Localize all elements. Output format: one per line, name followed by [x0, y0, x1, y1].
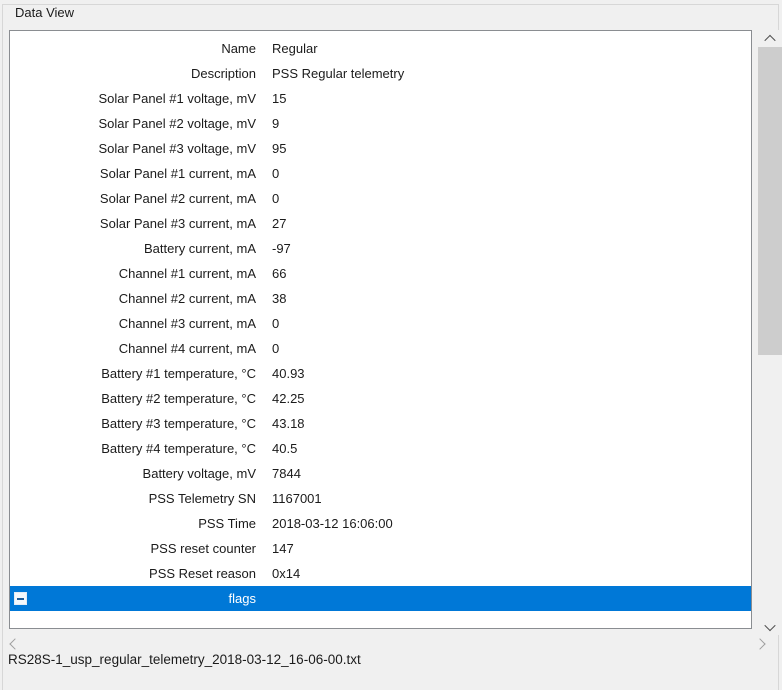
row-label: PSS Telemetry SN [10, 491, 256, 506]
chevron-right-icon [754, 638, 765, 649]
row-label: Channel #3 current, mA [10, 316, 256, 331]
row-value: 2018-03-12 16:06:00 [272, 516, 393, 531]
row-value: 7844 [272, 466, 301, 481]
row-label: Solar Panel #2 voltage, mV [10, 116, 256, 131]
vertical-scrollbar-thumb[interactable] [758, 47, 782, 355]
row-value: 38 [272, 291, 286, 306]
loaded-file-name: RS28S-1_usp_regular_telemetry_2018-03-12… [8, 652, 361, 667]
row-value: 0 [272, 166, 279, 181]
table-row[interactable]: Solar Panel #3 voltage, mV 95 [10, 136, 751, 161]
row-value: 95 [272, 141, 286, 156]
minus-glyph [17, 598, 24, 600]
flags-group-label: flags [10, 591, 256, 606]
row-label: PSS reset counter [10, 541, 256, 556]
table-row[interactable]: Channel #4 current, mA 0 [10, 336, 751, 361]
table-row[interactable]: PSS Telemetry SN 1167001 [10, 486, 751, 511]
row-value: 40.5 [272, 441, 297, 456]
table-row[interactable]: Channel #2 current, mA 38 [10, 286, 751, 311]
row-label: Battery #4 temperature, °C [10, 441, 256, 456]
collapse-icon[interactable] [14, 592, 27, 605]
table-row[interactable]: PSS reset counter 147 [10, 536, 751, 561]
row-value: 0 [272, 191, 279, 206]
row-value: 1167001 [272, 491, 322, 506]
row-label: Battery current, mA [10, 241, 256, 256]
row-label: Channel #1 current, mA [10, 266, 256, 281]
row-value: 147 [272, 541, 294, 556]
row-value: 42.25 [272, 391, 305, 406]
row-value: 9 [272, 116, 279, 131]
row-label: Solar Panel #3 current, mA [10, 216, 256, 231]
table-row[interactable]: Solar Panel #1 current, mA 0 [10, 161, 751, 186]
row-label: Solar Panel #1 current, mA [10, 166, 256, 181]
row-value: 15 [272, 91, 286, 106]
row-label: Channel #4 current, mA [10, 341, 256, 356]
vertical-scrollbar[interactable] [758, 30, 782, 635]
scroll-down-button[interactable] [758, 618, 782, 635]
table-row[interactable]: PSS Reset reason 0x14 [10, 561, 751, 586]
table-row[interactable]: Description PSS Regular telemetry [10, 61, 751, 86]
row-label: Battery voltage, mV [10, 466, 256, 481]
table-row[interactable]: Battery #1 temperature, °C 40.93 [10, 361, 751, 386]
row-label: Battery #2 temperature, °C [10, 391, 256, 406]
chevron-up-icon [764, 34, 775, 45]
table-row[interactable]: Battery current, mA -97 [10, 236, 751, 261]
table-row[interactable]: Battery #2 temperature, °C 42.25 [10, 386, 751, 411]
row-label: Solar Panel #2 current, mA [10, 191, 256, 206]
row-label: Solar Panel #1 voltage, mV [10, 91, 256, 106]
table-row[interactable]: Name Regular [10, 36, 751, 61]
telemetry-rows: Name Regular Description PSS Regular tel… [10, 31, 751, 586]
row-value: 43.18 [272, 416, 305, 431]
row-value: -97 [272, 241, 291, 256]
table-row[interactable]: Solar Panel #3 current, mA 27 [10, 211, 751, 236]
table-row[interactable]: Solar Panel #2 current, mA 0 [10, 186, 751, 211]
row-value: 0x14 [272, 566, 300, 581]
row-label: Battery #1 temperature, °C [10, 366, 256, 381]
table-row[interactable]: Channel #1 current, mA 66 [10, 261, 751, 286]
table-row[interactable]: PSS Time 2018-03-12 16:06:00 [10, 511, 751, 536]
row-label: Description [10, 66, 256, 81]
table-row[interactable]: Solar Panel #1 voltage, mV 15 [10, 86, 751, 111]
table-row[interactable]: Solar Panel #2 voltage, mV 9 [10, 111, 751, 136]
table-row[interactable]: Battery #4 temperature, °C 40.5 [10, 436, 751, 461]
row-value: 66 [272, 266, 286, 281]
groupbox-title: Data View [10, 5, 79, 21]
row-label: PSS Reset reason [10, 566, 256, 581]
row-label: Name [10, 41, 256, 56]
table-row[interactable]: Battery #3 temperature, °C 43.18 [10, 411, 751, 436]
table-row[interactable]: Channel #3 current, mA 0 [10, 311, 751, 336]
row-value: Regular [272, 41, 318, 56]
scroll-up-button[interactable] [758, 30, 782, 47]
chevron-left-icon [9, 638, 20, 649]
flags-group-row[interactable]: flags [10, 586, 751, 611]
row-label: Solar Panel #3 voltage, mV [10, 141, 256, 156]
scroll-right-button[interactable] [751, 635, 768, 652]
row-value: 27 [272, 216, 286, 231]
scroll-left-button[interactable] [6, 635, 23, 652]
chevron-down-icon [764, 619, 775, 630]
row-label: PSS Time [10, 516, 256, 531]
row-label: Battery #3 temperature, °C [10, 416, 256, 431]
row-value: 0 [272, 341, 279, 356]
telemetry-data-panel: Name Regular Description PSS Regular tel… [9, 30, 752, 629]
row-label: Channel #2 current, mA [10, 291, 256, 306]
table-row[interactable]: Battery voltage, mV 7844 [10, 461, 751, 486]
row-value: 40.93 [272, 366, 305, 381]
row-value: 0 [272, 316, 279, 331]
row-value: PSS Regular telemetry [272, 66, 404, 81]
